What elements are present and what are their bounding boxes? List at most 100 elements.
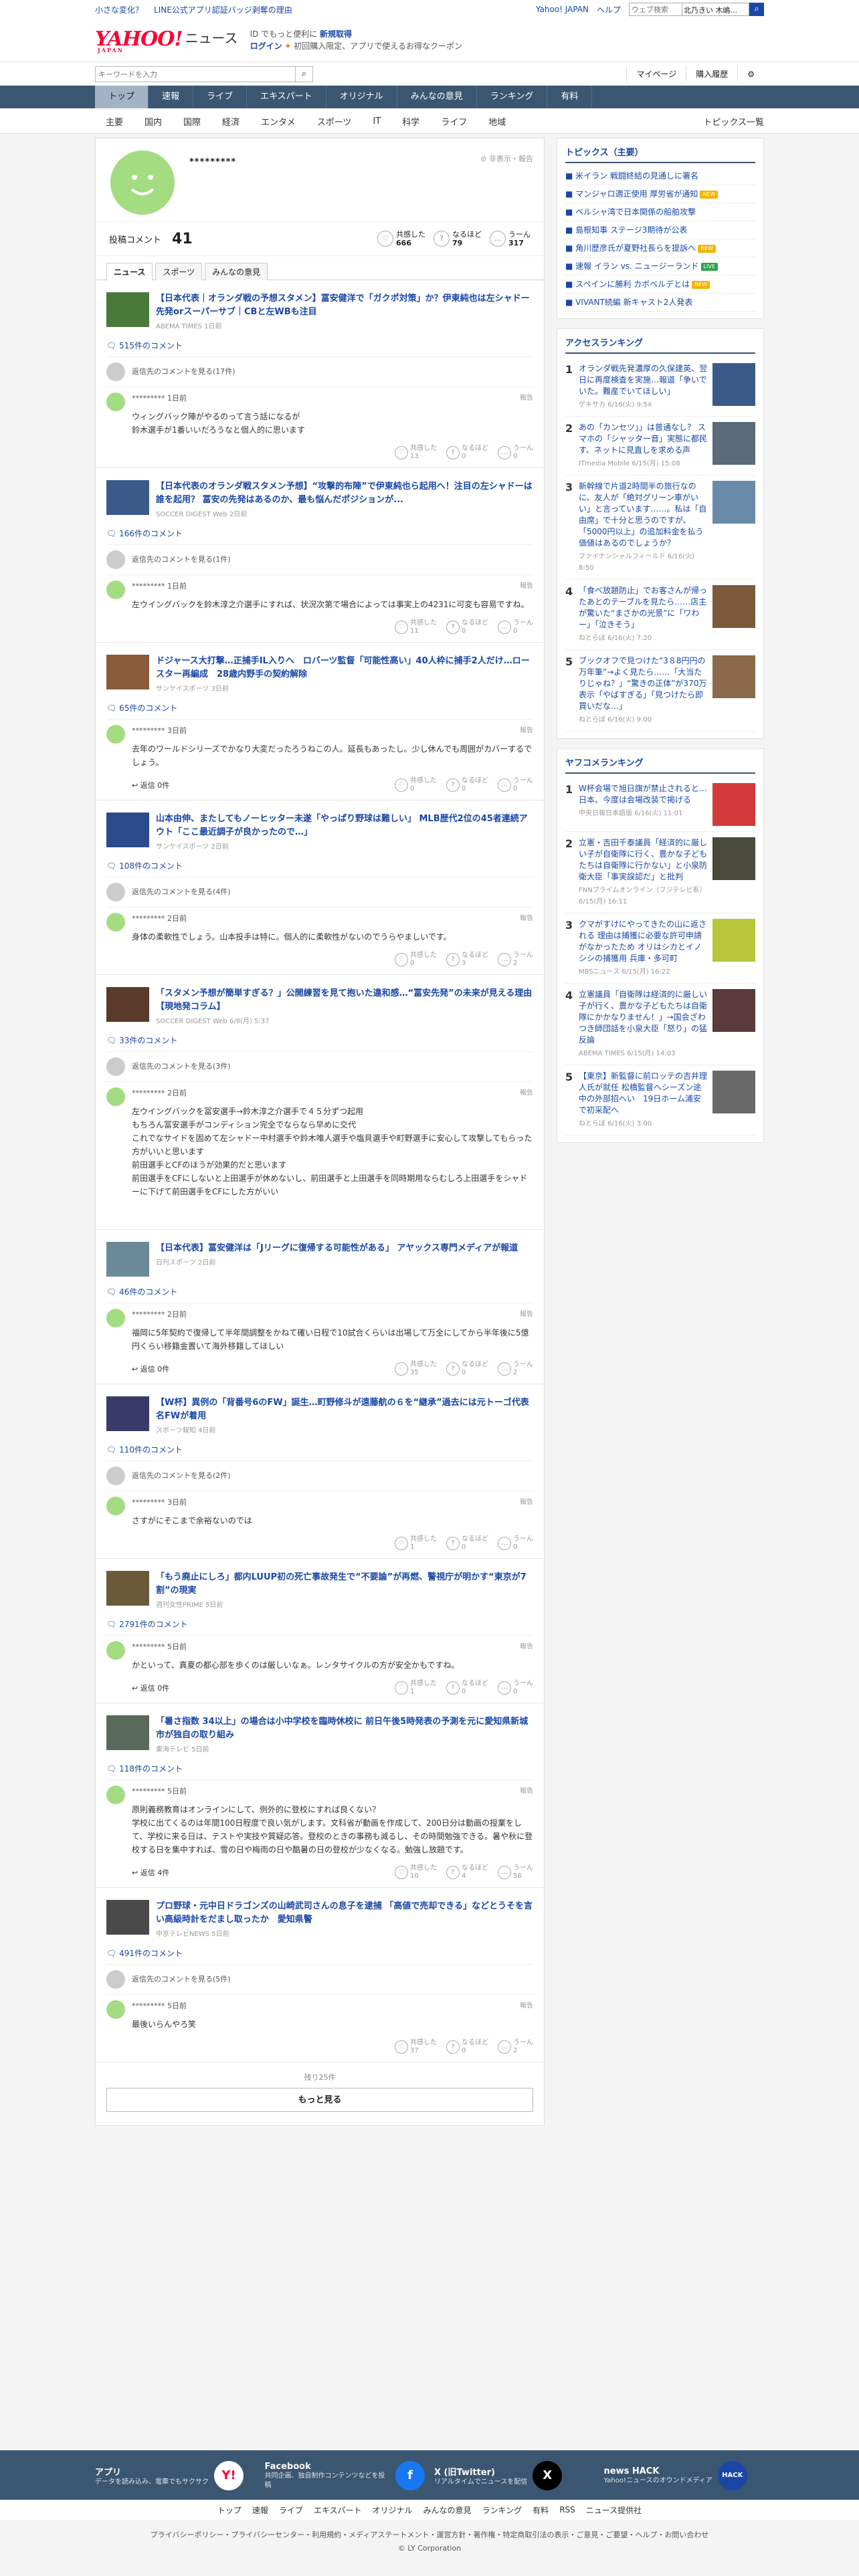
footer-app-title[interactable]: アプリ [95, 2465, 209, 2478]
rank-title[interactable]: 立憲・吉田千泰議員「経済的に厳しい子が自衛隊に行く、豊かな子どもたちは自衛隊に行… [579, 837, 708, 883]
subnav-item[interactable]: 地域 [478, 115, 516, 128]
article-thumbnail[interactable] [106, 987, 149, 1022]
footer-nav-item[interactable]: ライブ [279, 2504, 303, 2516]
footer-app-icon[interactable]: Y! [214, 2461, 244, 2490]
reaction-button[interactable]: ♡ 共感した 37 [395, 2039, 437, 2055]
article-thumbnail[interactable] [106, 813, 149, 847]
article-link[interactable]: プロ野球・元中日ドラゴンズの山崎武司さんの息子を逮捕 「高値で売却できる」などと… [106, 1888, 533, 1945]
article-link[interactable]: 【W杯】異例の「背番号6のFW」誕生…町野修斗が遠藤航の６を“継承”過去には元ト… [106, 1384, 533, 1441]
footer-nav-item[interactable]: エキスパート [314, 2504, 362, 2516]
article-title[interactable]: 【W杯】異例の「背番号6のFW」誕生…町野修斗が遠藤航の６を“継承”過去には元ト… [156, 1396, 533, 1423]
article-thumbnail[interactable] [106, 1571, 149, 1606]
reply-button[interactable]: ↩ 返信 0件 [132, 1683, 169, 1693]
help-link[interactable]: ヘルプ [597, 4, 621, 15]
report-link[interactable]: 報告 [520, 1641, 533, 1653]
view-parent-comments[interactable]: 返信先のコメントを見る(5件) [132, 1970, 533, 1989]
article-title[interactable]: 「もう廃止にしろ」都内LUUP初の死亡事故発生で“不要論”が再燃、警視庁が明かす… [156, 1571, 533, 1598]
article-link[interactable]: 「スタメン予想が簡単すぎる？」公開練習を見て抱いた違和感…“冨安先発”の未来が見… [106, 975, 533, 1032]
article-title[interactable]: 【日本代表｜オランダ戦の予想スタメン】冨安健洋で「ガクポ対策」か？伊東純也は左シ… [156, 292, 533, 319]
reply-button[interactable]: ↩ 返信 0件 [132, 1364, 169, 1374]
signup-link[interactable]: 新規取得 [320, 29, 352, 39]
article-thumbnail[interactable] [106, 1242, 149, 1277]
footer-legal[interactable]: プライバシーポリシー・プライバシーセンター・利用規約・メディアステートメント・運… [0, 2520, 859, 2544]
mypage-link[interactable]: マイページ [626, 66, 686, 82]
parent-comment-link[interactable]: 返信先のコメントを見る(5件) [106, 1964, 533, 1994]
report-link[interactable]: 報告 [520, 725, 533, 737]
article-link[interactable]: ドジャース大打撃…正捕手IL入りへ ロバーツ監督「可能性高い」40人枠に捕手2人… [106, 643, 533, 700]
comment-count-link[interactable]: 🗨 46件のコメント [106, 1283, 533, 1303]
gear-icon[interactable]: ⚙ [737, 66, 764, 82]
report-link[interactable]: 報告 [520, 1497, 533, 1509]
article-link[interactable]: 【日本代表のオランダ戦スタメン予想】“攻撃的布陣”で伊東純也ら起用へ！注目の左シ… [106, 468, 533, 525]
view-parent-comments[interactable]: 返信先のコメントを見る(3件) [132, 1057, 533, 1076]
reaction-button[interactable]: … うーん 0 [498, 777, 533, 793]
comment-count-link[interactable]: 🗨 118件のコメント [106, 1760, 533, 1780]
nav-tab[interactable]: エキスパート [247, 86, 326, 108]
reaction-button[interactable]: ? なるほど 0 [446, 1680, 488, 1696]
rank-thumbnail[interactable] [712, 481, 755, 524]
parent-comment-link[interactable]: 返信先のコメントを見る(2件) [106, 1461, 533, 1491]
reaction-button[interactable]: ? なるほど 4 [446, 1864, 488, 1881]
parent-comment-link[interactable]: 返信先のコメントを見る(3件) [106, 1051, 533, 1081]
reaction-button[interactable]: ♡ 共感した 1 [395, 1680, 437, 1696]
rank-title[interactable]: 立憲議員「自衛隊は経済的に厳しい子が行く、豊かな子どもたちは自衛隊にかかなりませ… [579, 989, 708, 1046]
tab-0[interactable]: ニュース [106, 263, 153, 280]
web-search-input[interactable] [629, 3, 682, 16]
article-title[interactable]: ドジャース大打撃…正捕手IL入りへ ロバーツ監督「可能性高い」40人枠に捕手2人… [156, 655, 533, 681]
subnav-item[interactable]: エンタメ [250, 115, 306, 128]
rank-title[interactable]: クマがすけにやってきたの山に返される 理由は捕獲に必要な許可申請がなかったため … [579, 919, 708, 964]
subnav-item[interactable]: IT [362, 116, 391, 126]
article-thumbnail[interactable] [106, 1396, 149, 1431]
subnav-item[interactable]: 国内 [134, 115, 173, 128]
rank-title[interactable]: あの「カンセツ」」は普通なし？ スマホの「シャッター音」実態に都民す、ネットに見… [579, 422, 708, 456]
rank-thumbnail[interactable] [712, 363, 755, 406]
comment-count-link[interactable]: 🗨 65件のコメント [106, 700, 533, 719]
article-thumbnail[interactable] [106, 1715, 149, 1750]
ranking-item[interactable]: 1 オランダ戦先発濃厚の久保建英、翌日に再度検査を実施…報道「争いでいた。難産でい… [565, 358, 755, 417]
tab-2[interactable]: みんなの意見 [205, 263, 268, 280]
rank-thumbnail[interactable] [712, 585, 755, 628]
nav-tab[interactable]: ランキング [477, 86, 548, 108]
article-link[interactable]: 「もう廃止にしろ」都内LUUP初の死亡事故発生で“不要論”が再燃、警視庁が明かす… [106, 1559, 533, 1616]
footer-app-title[interactable]: Facebook [265, 2462, 391, 2472]
ranking-item[interactable]: 2 立憲・吉田千泰議員「経済的に厳しい子が自衛隊に行く、豊かな子どもたちは自衛隊に… [565, 832, 755, 914]
rank-title[interactable]: 「食べ放題防止」でお客さんが帰ったあとのテーブルを見たら……店主が驚いた“まさか… [579, 585, 708, 631]
rank-thumbnail[interactable] [712, 837, 755, 880]
reaction-button[interactable]: ♡ 共感した 0 [395, 952, 437, 968]
yahoo-logo[interactable]: YAHOO! JAPAN [95, 27, 183, 53]
article-title[interactable]: 「暑さ指数 34以上」の場合は小中学校を臨時休校に 前日午後5時発表の予測を元に… [156, 1715, 533, 1742]
nav-tab[interactable]: みんなの意見 [397, 86, 477, 108]
topic-item[interactable]: ■ スペインに勝利 カボベルデとは NEW [565, 276, 755, 294]
reaction-button[interactable]: ♡ 共感した 1 [395, 1535, 437, 1551]
search-suggest[interactable]: 北乃きい 木嶋... [682, 3, 749, 16]
subnav-item[interactable]: 経済 [211, 115, 250, 128]
article-link[interactable]: 「暑さ指数 34以上」の場合は小中学校を臨時休校に 前日午後5時発表の予測を元に… [106, 1703, 533, 1760]
footer-app-icon[interactable]: X [533, 2461, 563, 2490]
topbar-link-2[interactable]: LINE公式アプリ認証バッジ剥奪の理由 [154, 4, 292, 15]
reaction-button[interactable]: ? なるほど 0 [446, 445, 488, 461]
rank-thumbnail[interactable] [712, 655, 755, 698]
view-parent-comments[interactable]: 返信先のコメントを見る(4件) [132, 883, 533, 901]
footer-nav-item[interactable]: ニュース提供社 [586, 2504, 642, 2516]
comment-count-link[interactable]: 🗨 108件のコメント [106, 857, 533, 877]
rank-title[interactable]: W杯会場で旭日旗が禁止されると…日本、今度は会場改装で掲げる [579, 783, 708, 806]
article-title[interactable]: 【日本代表のオランダ戦スタメン予想】“攻撃的布陣”で伊東純也ら起用へ！注目の左シ… [156, 480, 533, 507]
report-link[interactable]: 報告 [520, 913, 533, 925]
parent-comment-link[interactable]: 返信先のコメントを見る(1件) [106, 544, 533, 574]
report-link[interactable]: 報告 [520, 1786, 533, 1798]
article-link[interactable]: 【日本代表｜オランダ戦の予想スタメン】冨安健洋で「ガクポ対策」か？伊東純也は左シ… [106, 280, 533, 337]
topic-item[interactable]: ■ 米イラン 戦闘終結の見通しに署名 [565, 167, 755, 185]
login-link[interactable]: ログイン [250, 41, 282, 51]
footer-app[interactable]: news HACK Yahoo!ニュースのオウンドメディア HACK [604, 2461, 765, 2490]
ranking-item[interactable]: 4 立憲議員「自衛隊は経済的に厳しい子が行く、豊かな子どもたちは自衛隊にかかなりま… [565, 984, 755, 1065]
ranking-item[interactable]: 5 【東京】新監督に前ロッテの吉井理人氏が就任 松橋監督へシーズン途中の外部招へい… [565, 1065, 755, 1136]
ranking-item[interactable]: 5 ブックオフで見つけた“3８8円円の万年筆”→よく見たら……「大当たりじゃね？」… [565, 650, 755, 732]
keyword-input[interactable] [96, 67, 295, 82]
rank-title[interactable]: ブックオフで見つけた“3８8円円の万年筆”→よく見たら……「大当たりじゃね？」“… [579, 655, 708, 712]
reaction-button[interactable]: … うーん 0 [498, 1535, 533, 1551]
subnav-item[interactable]: 国際 [173, 115, 211, 128]
reaction-button[interactable]: ♡ 共感した 13 [395, 445, 437, 461]
view-parent-comments[interactable]: 返信先のコメントを見る(1件) [132, 550, 533, 569]
article-title[interactable]: 山本由伸、またしてもノーヒッター未遂「やっぱり野球は難しい」 MLB歴代2位の4… [156, 813, 533, 839]
topic-item[interactable]: ■ マンジャロ適正使用 厚労省が通知 NEW [565, 185, 755, 203]
